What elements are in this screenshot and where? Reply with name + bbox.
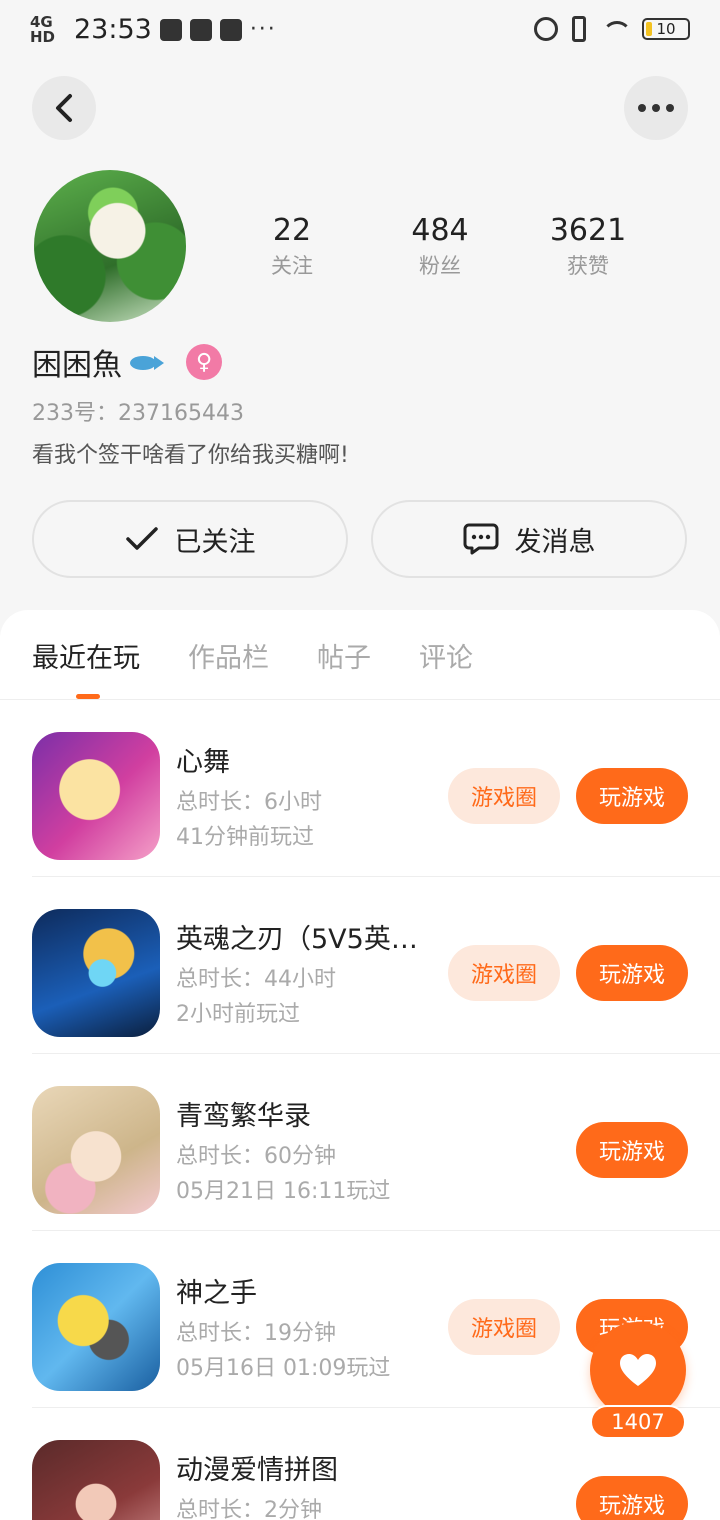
more-dots-icon <box>638 104 674 112</box>
stat-label: 关注 <box>271 254 313 278</box>
game-title: 动漫爱情拼图 <box>176 1455 338 1486</box>
game-circle-button[interactable]: 游戏圈 <box>448 945 560 1001</box>
fan-notification-icon <box>219 18 242 41</box>
game-duration: 总时长：60分钟 <box>176 1144 336 1169</box>
tab-recently-played[interactable]: 最近在玩 <box>32 636 140 675</box>
game-icon[interactable] <box>32 1086 160 1214</box>
vibrate-icon <box>572 16 586 42</box>
gender-female-icon: ♀ <box>186 344 222 380</box>
tab-comments[interactable]: 评论 <box>419 636 473 675</box>
user-bio: 看我个签干啥看了你给我买糖啊! <box>32 443 349 468</box>
game-title: 英魂之刃（5V5英雄… <box>176 924 434 955</box>
name-row: 困困魚 ♀ <box>32 340 222 384</box>
game-circle-button[interactable]: 游戏圈 <box>448 1299 560 1355</box>
network-indicator: 4G HD <box>30 12 56 46</box>
game-duration: 总时长：44小时 <box>176 967 336 992</box>
wifi-icon <box>600 19 632 39</box>
play-game-button[interactable]: 玩游戏 <box>576 1122 688 1178</box>
game-row[interactable]: 英魂之刃（5V5英雄… 总时长：44小时 2小时前玩过 游戏圈 玩游戏 <box>0 877 720 1054</box>
like-count-badge: 1407 <box>590 1405 686 1439</box>
profile-stats: 22 关注 484 粉丝 3621 获赞 <box>218 212 662 282</box>
tab-posts[interactable]: 帖子 <box>317 636 371 675</box>
play-game-button[interactable]: 玩游戏 <box>576 768 688 824</box>
game-last-played: 2小时前玩过 <box>176 1002 300 1027</box>
play-game-button[interactable]: 玩游戏 <box>576 945 688 1001</box>
stat-fans[interactable]: 484 粉丝 <box>366 212 514 282</box>
stat-label: 粉丝 <box>419 254 461 278</box>
floating-like-button[interactable] <box>590 1322 686 1418</box>
game-row[interactable]: 心舞 总时长：6小时 41分钟前玩过 游戏圈 玩游戏 <box>0 700 720 877</box>
chat-bubble-icon <box>463 523 498 555</box>
more-notifications-icon: ··· <box>249 17 277 42</box>
status-bar: 4G HD 23:53 ··· 10 <box>0 0 720 64</box>
stat-likes[interactable]: 3621 获赞 <box>514 212 662 282</box>
video-notification-icon <box>189 18 212 41</box>
stat-number: 22 <box>272 213 312 248</box>
chevron-left-icon <box>56 94 72 122</box>
game-icon[interactable] <box>32 1440 160 1520</box>
game-title: 神之手 <box>176 1278 257 1309</box>
tab-bar: 最近在玩 作品栏 帖子 评论 <box>32 610 473 700</box>
tab-works[interactable]: 作品栏 <box>188 636 269 675</box>
avatar[interactable] <box>34 170 186 322</box>
message-button[interactable]: 发消息 <box>371 500 687 578</box>
game-duration: 总时长：6小时 <box>176 790 322 815</box>
stat-following[interactable]: 22 关注 <box>218 212 366 282</box>
game-title: 心舞 <box>176 747 230 778</box>
game-icon[interactable] <box>32 1263 160 1391</box>
stat-label: 获赞 <box>567 254 609 278</box>
message-label: 发消息 <box>514 526 596 558</box>
username: 困困魚 <box>32 348 122 383</box>
checkmark-icon <box>125 527 158 550</box>
game-icon[interactable] <box>32 909 160 1037</box>
following-label: 已关注 <box>174 526 256 558</box>
game-duration: 总时长：2分钟 <box>176 1498 322 1520</box>
game-duration: 总时长：19分钟 <box>176 1321 336 1346</box>
back-button[interactable] <box>32 76 96 140</box>
stat-number: 484 <box>411 213 469 248</box>
alarm-icon <box>534 17 558 41</box>
clock: 23:53 <box>74 14 152 45</box>
game-last-played: 41分钟前玩过 <box>176 825 314 850</box>
fish-icon <box>128 348 168 376</box>
battery-icon: 10 <box>642 18 690 40</box>
user-id: 233号：237165443 <box>32 401 244 426</box>
game-row[interactable]: 青鸾繁华录 总时长：60分钟 05月21日 16:11玩过 玩游戏 <box>0 1054 720 1231</box>
game-circle-button[interactable]: 游戏圈 <box>448 768 560 824</box>
play-game-button[interactable]: 玩游戏 <box>576 1476 688 1520</box>
battery-level: 10 <box>656 20 676 38</box>
more-button[interactable] <box>624 76 688 140</box>
app-notification-icon <box>159 18 182 41</box>
game-last-played: 05月21日 16:11玩过 <box>176 1179 391 1204</box>
following-button[interactable]: 已关注 <box>32 500 348 578</box>
stat-number: 3621 <box>549 213 627 248</box>
game-last-played: 05月16日 01:09玩过 <box>176 1356 391 1381</box>
heart-icon <box>620 1354 656 1386</box>
game-title: 青鸾繁华录 <box>176 1101 311 1132</box>
game-icon[interactable] <box>32 732 160 860</box>
